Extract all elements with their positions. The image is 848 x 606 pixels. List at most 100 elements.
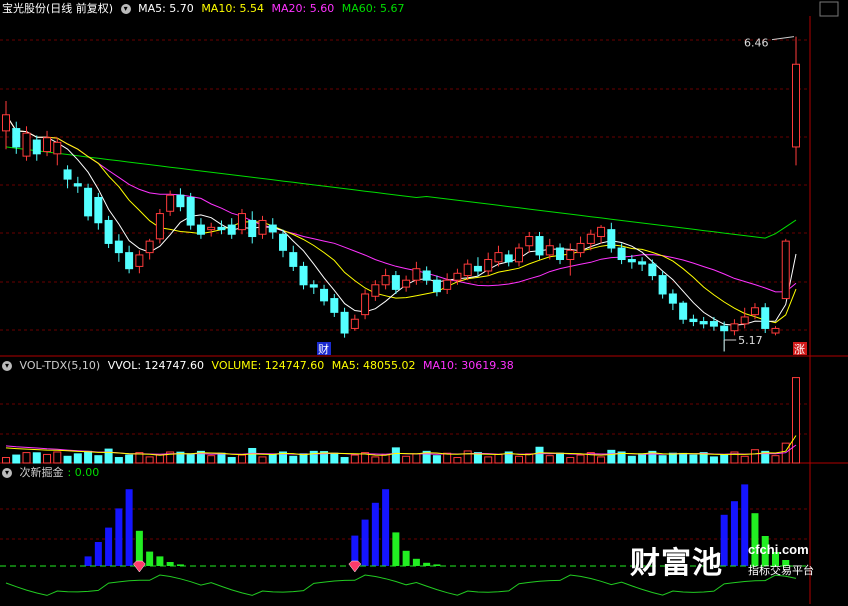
candle [299, 265, 308, 286]
indicator-value: : 0.00 [67, 466, 100, 479]
candle [484, 259, 493, 272]
candle [22, 132, 31, 157]
volume-bar [114, 457, 123, 464]
indicator-title[interactable]: 次新掘金 [20, 466, 64, 479]
volume-bar [566, 457, 575, 464]
volume-bar [186, 453, 195, 464]
candle [504, 254, 513, 263]
candle [391, 275, 400, 290]
candle [709, 321, 718, 327]
volume-label: VOLUME: 124747.60 [211, 359, 325, 372]
volume-bar [125, 454, 134, 464]
candle [597, 226, 606, 238]
candle [268, 224, 277, 233]
volume-bar [432, 455, 441, 464]
candle [402, 279, 411, 288]
brand-url: cfchi.com [748, 542, 809, 557]
volume-bar [740, 455, 749, 464]
candle [309, 284, 318, 288]
volume-bar [207, 455, 216, 464]
volume-bar [597, 456, 606, 464]
candle [258, 219, 267, 235]
indicator-bar [382, 489, 390, 566]
volume-bar [556, 452, 565, 464]
candle [2, 114, 10, 132]
candle [443, 279, 452, 290]
candle [155, 213, 164, 240]
candle [699, 321, 708, 325]
volume-bar [402, 455, 411, 464]
candle [381, 275, 390, 286]
candle [658, 275, 667, 295]
candle [186, 196, 195, 226]
candle [279, 233, 288, 251]
volume-bar [709, 456, 718, 464]
candle [792, 63, 800, 148]
volume-bar [545, 455, 554, 464]
volume-bar [12, 454, 21, 464]
volume-bar [53, 451, 62, 464]
high-marker-label: 6.46 [744, 37, 769, 50]
volume-bar [268, 453, 277, 464]
candle [689, 318, 698, 323]
candle [586, 233, 595, 244]
candle [668, 293, 677, 304]
candle [648, 263, 657, 277]
volume-bar [535, 446, 544, 464]
candle [12, 128, 21, 148]
candle [248, 219, 257, 238]
volume-bar [299, 453, 308, 464]
candle [556, 247, 565, 261]
volume-bar [792, 377, 800, 464]
candle [422, 270, 431, 281]
candle [350, 318, 359, 329]
volume-bar [22, 452, 31, 464]
ma5-label: MA5: 5.70 [138, 2, 194, 15]
volume-bar [63, 455, 72, 464]
low-marker-label: 5.17 [738, 334, 763, 347]
indicator-header: ▾ 次新掘金: 0.00 [2, 465, 103, 481]
chevron-down-icon[interactable]: ▾ [2, 361, 12, 371]
candle [627, 259, 636, 263]
volume-bar [73, 453, 82, 464]
volume-bar [43, 453, 52, 464]
chevron-down-icon[interactable]: ▾ [2, 468, 12, 478]
volume-bar [689, 454, 698, 464]
candle [32, 139, 41, 155]
candle [740, 316, 749, 325]
candle [617, 247, 626, 261]
stock-chart-canvas[interactable]: 6.46 5.17 财 涨 [0, 0, 848, 606]
ma10-label: MA10: 5.54 [201, 2, 265, 15]
brand-text: 财富池 [630, 546, 723, 581]
volume-bar [248, 447, 257, 464]
candle [535, 236, 544, 256]
chevron-down-icon[interactable]: ▾ [120, 4, 131, 14]
candle [125, 252, 134, 270]
candle [730, 323, 739, 332]
vol-ma5-label: MA5: 48055.02 [331, 359, 416, 372]
candle [781, 240, 790, 300]
candle [53, 141, 62, 155]
candle [545, 245, 554, 256]
candle [320, 288, 329, 302]
vol-title[interactable]: VOL-TDX(5,10) [20, 359, 101, 372]
candle [453, 272, 462, 281]
indicator-bar [361, 519, 369, 566]
candle [196, 224, 205, 235]
candle [176, 194, 185, 208]
candle [576, 242, 585, 254]
volume-bar [443, 452, 452, 464]
candle [145, 240, 154, 254]
volume-bar [340, 457, 349, 464]
volume-bar [289, 455, 298, 464]
volume-bar [217, 452, 226, 464]
candle [761, 307, 770, 329]
candle [135, 254, 144, 267]
candle [679, 302, 688, 320]
volume-bar [258, 456, 267, 464]
indicator-bar [94, 542, 102, 566]
volume-bar [658, 455, 667, 464]
volume-bar [330, 452, 339, 464]
candle [217, 226, 226, 231]
stock-title[interactable]: 宝光股份(日线 前复权) [2, 2, 113, 15]
